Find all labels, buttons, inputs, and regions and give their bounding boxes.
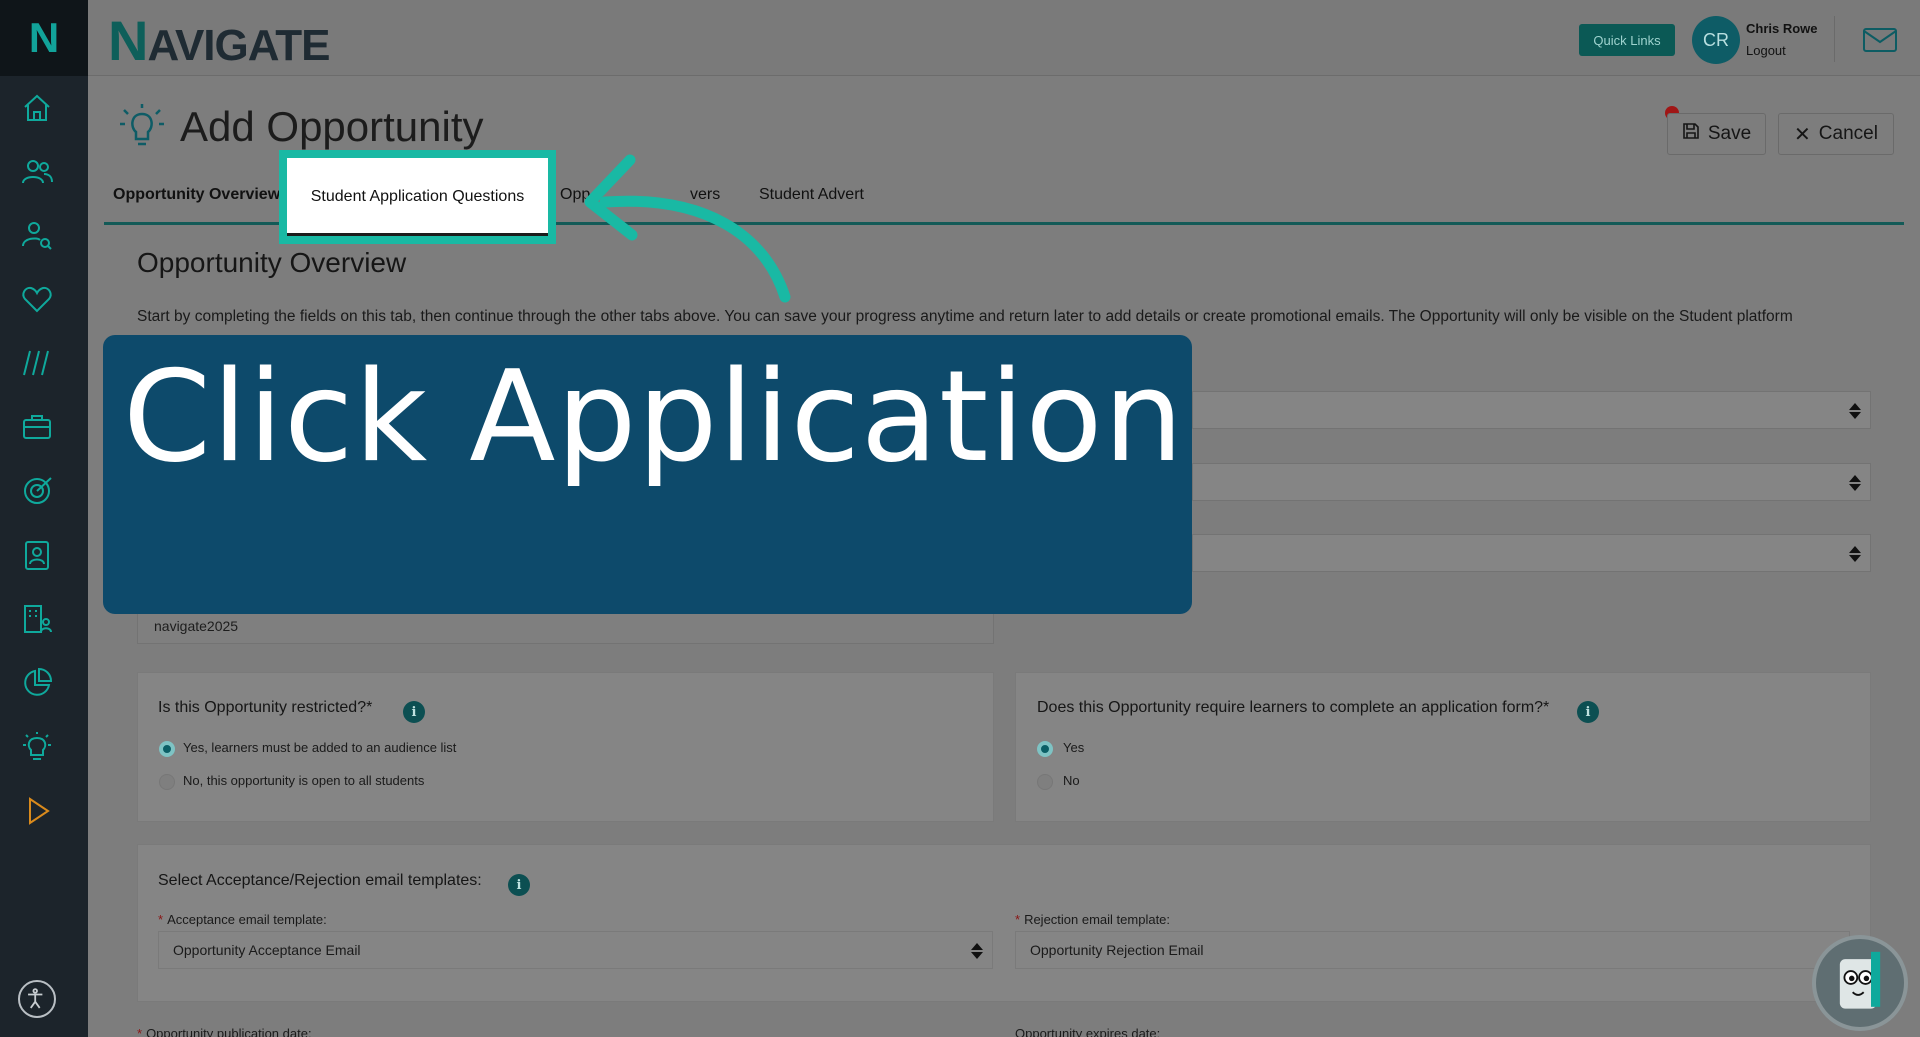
acceptance-label: * Acceptance email template: [158, 912, 327, 927]
header-divider [1834, 16, 1835, 62]
radio-label: No, this opportunity is open to all stud… [183, 773, 425, 788]
select-field[interactable] [1192, 463, 1871, 501]
radio-label: No [1063, 773, 1080, 788]
select-field[interactable] [1192, 534, 1871, 572]
quick-links-button[interactable]: Quick Links [1579, 24, 1675, 56]
rejection-label: * Rejection email template: [1015, 912, 1171, 927]
tab-label: Student Application Questions [310, 188, 525, 205]
top-header: NAVIGATE Quick Links CR Chris Rowe Logou… [88, 0, 1920, 76]
user-name: Chris Rowe [1746, 21, 1818, 36]
info-icon[interactable]: i [508, 874, 530, 896]
callout-text: Click Application [123, 343, 1185, 490]
save-icon [1682, 122, 1700, 146]
avatar[interactable]: CR [1692, 16, 1740, 64]
sort-arrows-icon [971, 943, 983, 959]
users-icon[interactable] [20, 155, 54, 189]
bot-face-icon [1839, 951, 1881, 1009]
pie-chart-icon[interactable] [20, 666, 54, 700]
email-templates-heading: Select Acceptance/Rejection email templa… [158, 872, 482, 889]
close-icon: ✕ [1794, 123, 1811, 146]
acceptance-template-select[interactable]: Opportunity Acceptance Email [158, 931, 993, 969]
cancel-label: Cancel [1818, 123, 1878, 144]
expires-date-label: Opportunity expires date: [1015, 1026, 1161, 1037]
target-icon[interactable] [20, 474, 54, 508]
play-icon[interactable] [20, 794, 54, 828]
heart-icon[interactable] [20, 282, 54, 316]
sidebar-logo[interactable]: N [0, 0, 88, 76]
briefcase-icon[interactable] [20, 410, 54, 444]
intro-text: Start by completing the fields on this t… [137, 308, 1793, 325]
user-search-icon[interactable] [20, 218, 54, 252]
radio-application-yes[interactable] [1037, 741, 1053, 757]
rejection-template-select[interactable]: Opportunity Rejection Email [1015, 931, 1850, 969]
building-user-icon[interactable] [20, 602, 54, 636]
lightbulb-icon [114, 102, 170, 152]
radio-restricted-yes[interactable] [159, 741, 175, 757]
slashes-icon[interactable] [20, 346, 54, 380]
radio-label: Yes, learners must be added to an audien… [183, 740, 457, 755]
lightbulb-icon[interactable] [20, 730, 54, 764]
tab-underline [287, 233, 548, 236]
help-bot-icon[interactable] [1812, 935, 1908, 1031]
radio-restricted-no[interactable] [159, 774, 175, 790]
sort-arrows-icon [1849, 546, 1861, 562]
info-icon[interactable]: i [1577, 701, 1599, 723]
tab-student-application-questions[interactable]: Student Application Questions [279, 150, 556, 244]
restricted-card: Is this Opportunity restricted?* i Yes, … [137, 672, 994, 822]
radio-label: Yes [1063, 740, 1085, 755]
instruction-callout: Click Application [103, 335, 1192, 614]
navigate-logo[interactable]: NAVIGATE [108, 8, 331, 73]
pointer-arrow [584, 154, 791, 303]
save-label: Save [1707, 123, 1752, 144]
radio-application-no[interactable] [1037, 774, 1053, 790]
logout-link[interactable]: Logout [1746, 43, 1786, 58]
cancel-button[interactable]: ✕ Cancel [1778, 113, 1894, 155]
mail-icon[interactable] [1862, 26, 1898, 54]
contact-card-icon[interactable] [20, 538, 54, 572]
email-templates-card: Select Acceptance/Rejection email templa… [137, 844, 1871, 1002]
sort-arrows-icon [1849, 475, 1861, 491]
sidebar: N [0, 0, 88, 1037]
application-form-question: Does this Opportunity require learners t… [1037, 699, 1550, 716]
accessibility-icon[interactable] [18, 980, 56, 1018]
save-button[interactable]: Save [1667, 113, 1766, 155]
page-title: Add Opportunity [180, 103, 484, 150]
section-title: Opportunity Overview [137, 247, 407, 278]
sort-arrows-icon [1849, 403, 1861, 419]
application-form-card: Does this Opportunity require learners t… [1015, 672, 1871, 822]
select-field[interactable] [1192, 391, 1871, 429]
home-icon[interactable] [20, 91, 54, 125]
tab-opportunity-overview[interactable]: Opportunity Overview [113, 186, 280, 204]
publication-date-label: * Opportunity publication date: [137, 1026, 312, 1037]
restricted-question: Is this Opportunity restricted?* [158, 699, 373, 716]
info-icon[interactable]: i [403, 701, 425, 723]
